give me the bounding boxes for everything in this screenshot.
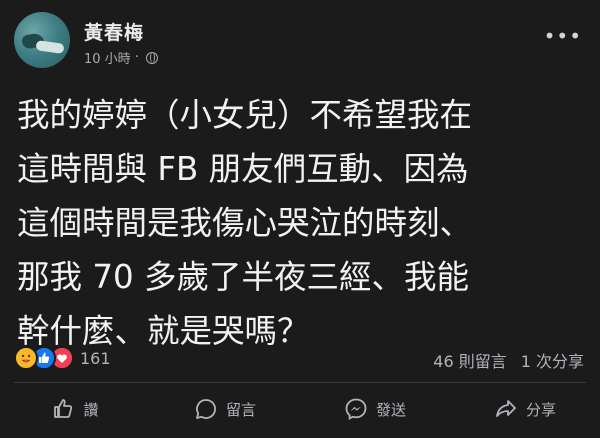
comment-button[interactable]: 留言: [150, 388, 300, 430]
post-stats: 46 則留言 1 次分享: [433, 348, 584, 372]
divider: [14, 382, 586, 383]
messenger-icon: [345, 398, 367, 421]
care-reaction-icon: [14, 346, 38, 370]
post-text-line: 那我 70 多歲了半夜三經、我能: [17, 258, 470, 296]
avatar[interactable]: [14, 12, 70, 68]
share-button[interactable]: 分享: [450, 388, 600, 430]
more-icon[interactable]: •••: [544, 24, 582, 48]
post-header: 黃春梅 10 小時 · •••: [14, 10, 586, 70]
action-bar: 讚 留言 發送 分享: [0, 388, 600, 430]
post-text-line: 這個時間是我傷心哭泣的時刻、: [17, 204, 473, 242]
post-text-line: 我的婷婷（小女兒）不希望我在: [17, 96, 473, 134]
send-button-label: 發送: [375, 400, 406, 419]
send-button[interactable]: 發送: [300, 388, 450, 430]
share-arrow-icon: [496, 400, 516, 417]
globe-icon: [145, 51, 158, 64]
reaction-count: 161: [80, 348, 111, 368]
post-text-line: 這時間與 FB 朋友們互動、因為: [17, 150, 469, 188]
author-name[interactable]: 黃春梅: [84, 18, 144, 45]
post-meta: 10 小時 ·: [84, 48, 158, 67]
comment-button-label: 留言: [225, 400, 256, 419]
comment-count[interactable]: 46 則留言: [433, 348, 506, 372]
facebook-post: 黃春梅 10 小時 · ••• 我的婷婷（小女兒）不希望我在 這時間與 FB 朋友…: [0, 0, 600, 438]
like-button[interactable]: 讚: [0, 388, 150, 430]
post-text: 我的婷婷（小女兒）不希望我在 這時間與 FB 朋友們互動、因為 這個時間是我傷心哭泣…: [17, 88, 587, 358]
like-button-label: 讚: [83, 400, 99, 419]
meta-separator: ·: [134, 50, 139, 65]
post-time[interactable]: 10 小時: [84, 48, 131, 67]
comment-icon: [196, 399, 216, 419]
share-button-label: 分享: [525, 400, 556, 419]
thumbs-up-icon: [54, 399, 73, 418]
share-count[interactable]: 1 次分享: [521, 348, 584, 372]
avatar-image-part: [35, 40, 65, 54]
reaction-summary[interactable]: 161: [14, 346, 111, 370]
